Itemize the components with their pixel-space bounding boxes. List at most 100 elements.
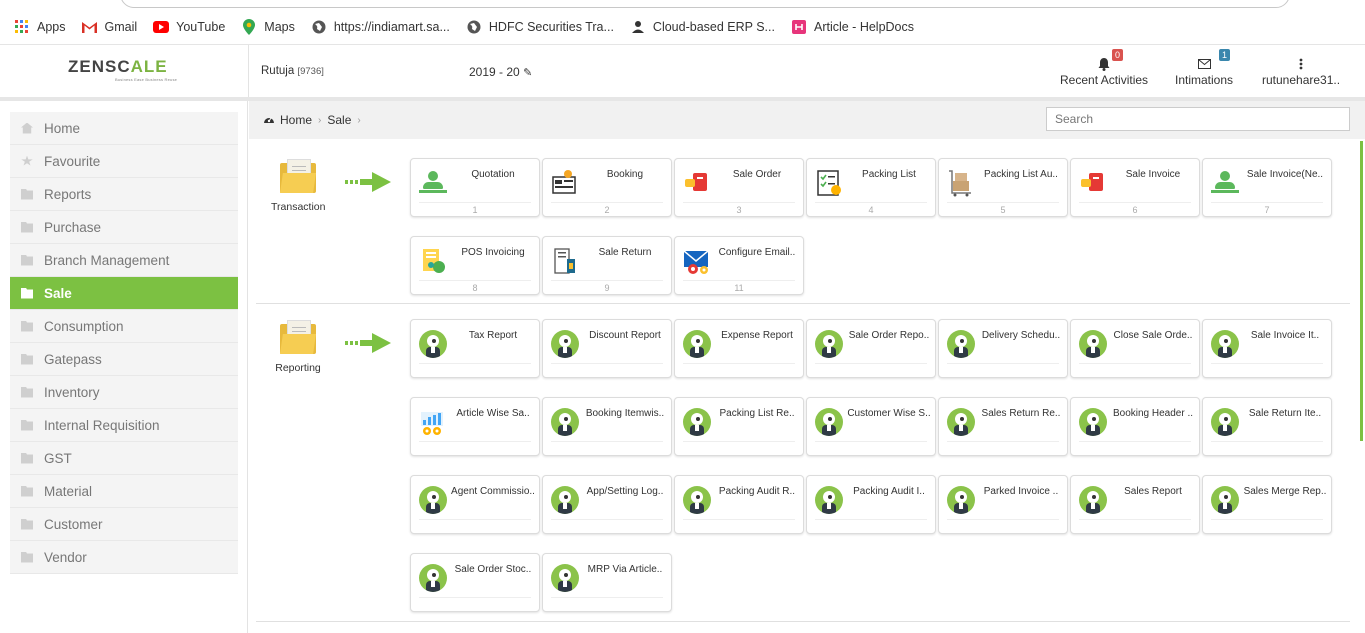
report-avatar-icon [815, 408, 843, 436]
sidebar-item-reports[interactable]: Reports [10, 178, 238, 211]
intimations-button[interactable]: 1 Intimations [1175, 49, 1233, 87]
tile-app-setting-log[interactable]: App/Setting Log.. [542, 475, 672, 534]
tile-sales-report[interactable]: Sales Report [1070, 475, 1200, 534]
dashboard-icon [263, 113, 275, 127]
sidebar-item-material[interactable]: Material [10, 475, 238, 508]
tile-booking[interactable]: Booking 2 [542, 158, 672, 217]
report-avatar-icon [947, 408, 975, 436]
tile-sale-return[interactable]: Sale Return 9 [542, 236, 672, 295]
sidebar-item-consumption[interactable]: Consumption [10, 310, 238, 343]
bookmark-maps[interactable]: Maps [241, 19, 295, 35]
folder-icon [21, 188, 33, 200]
breadcrumb-home[interactable]: Home [280, 113, 312, 127]
tile-packing-list-re[interactable]: Packing List Re.. [674, 397, 804, 456]
sidebar-item-home[interactable]: Home [10, 112, 238, 145]
home-icon [21, 122, 33, 134]
bookmark-apps[interactable]: Apps [14, 19, 66, 35]
tile-tax-report[interactable]: Tax Report [410, 319, 540, 378]
tile-divider [419, 202, 531, 203]
scroll-indicator[interactable] [1360, 141, 1363, 441]
bookmark-youtube[interactable]: YouTube [153, 19, 225, 35]
bookmark-helpdocs[interactable]: Article - HelpDocs [791, 19, 914, 35]
tile-discount-report[interactable]: Discount Report [542, 319, 672, 378]
tile-mrp-via-article[interactable]: MRP Via Article.. [542, 553, 672, 612]
tile-packing-audit-i[interactable]: Packing Audit I.. [806, 475, 936, 534]
tile-packing-audit-r[interactable]: Packing Audit R.. [674, 475, 804, 534]
address-bar[interactable] [120, 0, 1290, 8]
tile-divider [1079, 519, 1191, 520]
sidebar-item-vendor[interactable]: Vendor [10, 541, 238, 574]
sidebar-item-internal-requisition[interactable]: Internal Requisition [10, 409, 238, 442]
analytics-icon [419, 408, 447, 436]
tile-delivery-schedu[interactable]: Delivery Schedu.. [938, 319, 1068, 378]
tile-agent-commissio[interactable]: Agent Commissio.. [410, 475, 540, 534]
intimations-count: 1 [1219, 49, 1231, 61]
report-avatar-icon [551, 564, 579, 592]
folder-icon [21, 254, 33, 266]
tile-label: Sale Order [732, 169, 782, 180]
tile-divider [1079, 202, 1191, 203]
fiscal-year[interactable]: 2019 - 20 ✎ [469, 65, 532, 79]
tile-booking-header[interactable]: Booking Header .. [1070, 397, 1200, 456]
account-menu[interactable]: rutunehare31.. [1262, 55, 1340, 87]
bookmark-hdfc[interactable]: HDFC Securities Tra... [466, 19, 614, 35]
tile-sale-order[interactable]: Sale Order 3 [674, 158, 804, 217]
tile-expense-report[interactable]: Expense Report [674, 319, 804, 378]
bookmark-indiamart[interactable]: https://indiamart.sa... [311, 19, 450, 35]
sidebar-item-gatepass[interactable]: Gatepass [10, 343, 238, 376]
sidebar-item-branch-management[interactable]: Branch Management [10, 244, 238, 277]
tile-packing-list-au[interactable]: Packing List Au.. 5 [938, 158, 1068, 217]
tile-sale-invoice-ne[interactable]: Sale Invoice(Ne.. 7 [1202, 158, 1332, 217]
zenscale-logo[interactable]: ZENSCALE Business Ease Business Reuse [68, 57, 180, 83]
app-header: ZENSCALE Business Ease Business Reuse Ru… [0, 44, 1365, 98]
account-name: rutunehare31.. [1262, 73, 1341, 87]
sidebar-item-purchase[interactable]: Purchase [10, 211, 238, 244]
section-divider [256, 621, 1350, 622]
tile-sale-order-repo[interactable]: Sale Order Repo.. [806, 319, 936, 378]
bookmarks-bar: Apps Gmail YouTube Maps https://indiamar… [0, 14, 1365, 40]
tile-divider [419, 519, 531, 520]
tile-booking-itemwis[interactable]: Booking Itemwis.. [542, 397, 672, 456]
tile-parked-invoice[interactable]: Parked Invoice .. [938, 475, 1068, 534]
tile-label: Packing List [862, 169, 916, 180]
globe-icon [466, 19, 482, 35]
tile-article-wise-sa[interactable]: Article Wise Sa.. [410, 397, 540, 456]
sidebar-menu: Home Favourite Reports Purchase Branch Manag… [10, 112, 238, 574]
recent-activities-button[interactable]: 0 Recent Activities [1060, 49, 1148, 87]
report-avatar-icon [683, 408, 711, 436]
tile-label: Configure Email.. [718, 247, 796, 258]
breadcrumb-current[interactable]: Sale [327, 113, 351, 127]
tile-label: Sales Merge Rep.. [1243, 486, 1327, 497]
tile-configure-email[interactable]: Configure Email.. 11 [674, 236, 804, 295]
bookmark-label: Apps [37, 20, 66, 34]
edit-icon[interactable]: ✎ [523, 67, 532, 79]
tile-sale-return-ite[interactable]: Sale Return Ite.. [1202, 397, 1332, 456]
report-avatar-icon [1079, 486, 1107, 514]
sidebar-item-favourite[interactable]: Favourite [10, 145, 238, 178]
tile-sale-invoice-it[interactable]: Sale Invoice It.. [1202, 319, 1332, 378]
tile-sale-order-stoc[interactable]: Sale Order Stoc.. [410, 553, 540, 612]
tile-label: Sale Order Repo.. [848, 330, 930, 341]
sidebar-item-customer[interactable]: Customer [10, 508, 238, 541]
report-avatar-icon [1211, 486, 1239, 514]
tile-customer-wise-s[interactable]: Customer Wise S.. [806, 397, 936, 456]
bookmark-label: Article - HelpDocs [813, 20, 915, 34]
tile-pos-invoicing[interactable]: POS Invoicing 8 [410, 236, 540, 295]
search-input[interactable] [1046, 107, 1350, 131]
tile-divider [815, 363, 927, 364]
tile-quotation[interactable]: Quotation 1 [410, 158, 540, 217]
tile-close-sale-orde[interactable]: Close Sale Orde.. [1070, 319, 1200, 378]
tile-divider [815, 202, 927, 203]
sidebar-item-inventory[interactable]: Inventory [10, 376, 238, 409]
sidebar-item-label: Home [44, 120, 81, 136]
bookmark-cloud-erp[interactable]: Cloud-based ERP S... [630, 19, 775, 35]
tile-sales-return-re[interactable]: Sales Return Re.. [938, 397, 1068, 456]
sidebar-item-label: Favourite [44, 153, 101, 169]
tile-packing-list[interactable]: Packing List 4 [806, 158, 936, 217]
tile-divider [419, 363, 531, 364]
bookmark-gmail[interactable]: Gmail [82, 19, 137, 35]
sidebar-item-sale[interactable]: Sale [10, 277, 238, 310]
sidebar-item-gst[interactable]: GST [10, 442, 238, 475]
tile-sale-invoice[interactable]: Sale Invoice 6 [1070, 158, 1200, 217]
tile-sales-merge-rep[interactable]: Sales Merge Rep.. [1202, 475, 1332, 534]
